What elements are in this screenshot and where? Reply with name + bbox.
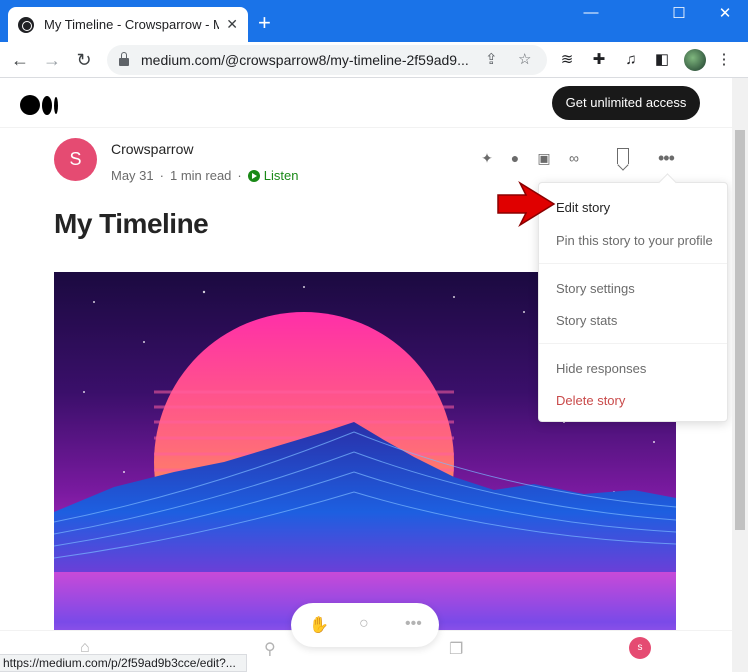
- forward-arrow-icon[interactable]: →: [40, 48, 64, 72]
- scrollbar-thumb[interactable]: [735, 130, 745, 530]
- menu-item-pin-story[interactable]: Pin this story to your profile: [556, 233, 713, 248]
- new-tab-button[interactable]: +: [258, 12, 271, 34]
- get-unlimited-access-button[interactable]: Get unlimited access: [552, 86, 700, 120]
- lock-icon: [119, 52, 129, 66]
- linkedin-icon[interactable]: ▣: [535, 150, 553, 167]
- globe-icon: [18, 16, 34, 33]
- user-avatar[interactable]: s: [629, 637, 651, 659]
- address-bar[interactable]: medium.com/@crowsparrow8/my-timeline-2f5…: [107, 45, 547, 75]
- back-arrow-icon[interactable]: ←: [8, 48, 32, 72]
- post-date: May 31: [111, 168, 154, 183]
- more-icon[interactable]: •••: [405, 615, 422, 633]
- red-pointer-arrow-icon: [497, 181, 556, 227]
- share-icon[interactable]: ⇪: [485, 50, 498, 68]
- browser-tab[interactable]: My Timeline - Crowsparrow - Me ✕: [8, 7, 248, 42]
- meta-separator: ·: [159, 168, 164, 183]
- search-icon[interactable]: ⚲: [264, 639, 276, 659]
- reload-icon[interactable]: ↻: [72, 48, 96, 72]
- side-panel-icon[interactable]: ◧: [652, 50, 672, 70]
- comment-icon[interactable]: ○: [359, 615, 369, 633]
- status-url-bar: https://medium.com/p/2f59ad9b3cce/edit?.…: [0, 654, 247, 672]
- close-window-button[interactable]: ✕: [710, 4, 740, 22]
- puzzle-icon[interactable]: ✚: [589, 50, 609, 70]
- medium-header: Get unlimited access: [0, 78, 732, 128]
- browser-titlebar: My Timeline - Crowsparrow - Me ✕ + — ☐ ✕: [0, 0, 748, 42]
- meta-separator: ·: [237, 168, 242, 183]
- kebab-menu-icon[interactable]: ⋮: [714, 50, 734, 70]
- author-avatar[interactable]: S: [54, 138, 97, 181]
- menu-item-story-stats[interactable]: Story stats: [556, 313, 617, 328]
- minimize-button[interactable]: —: [576, 4, 606, 21]
- post-meta: May 31 · 1 min read · Listen: [111, 168, 298, 183]
- medium-logo-icon[interactable]: [20, 95, 58, 115]
- listen-button[interactable]: Listen: [247, 168, 299, 183]
- star-icon[interactable]: ☆: [518, 50, 531, 68]
- menu-item-delete-story[interactable]: Delete story: [556, 393, 625, 408]
- media-icon[interactable]: ♫: [621, 50, 641, 70]
- menu-item-hide-responses[interactable]: Hide responses: [556, 361, 646, 376]
- story-title: My Timeline: [54, 208, 209, 239]
- read-time: 1 min read: [169, 168, 232, 183]
- reading-list-icon[interactable]: ❐: [449, 639, 463, 659]
- url-text: medium.com/@crowsparrow8/my-timeline-2f5…: [141, 52, 469, 68]
- listen-label: Listen: [263, 168, 299, 183]
- maximize-button[interactable]: ☐: [664, 4, 694, 22]
- scrollbar[interactable]: [732, 78, 748, 672]
- menu-item-story-settings[interactable]: Story settings: [556, 281, 635, 296]
- browser-toolbar: ← → ↻ medium.com/@crowsparrow8/my-timeli…: [0, 42, 748, 78]
- tab-title: My Timeline - Crowsparrow - Me: [44, 17, 219, 32]
- copy-link-icon[interactable]: ∞: [565, 150, 583, 166]
- tab-close-icon[interactable]: ✕: [226, 16, 238, 33]
- facebook-icon[interactable]: ●: [506, 150, 524, 166]
- author-name[interactable]: Crowsparrow: [111, 141, 193, 157]
- menu-divider: [539, 343, 727, 344]
- twitter-icon[interactable]: ✦: [478, 150, 496, 167]
- menu-item-edit-story[interactable]: Edit story: [556, 200, 610, 215]
- extension-icon[interactable]: ≋: [557, 50, 577, 70]
- engagement-bar: ✋ ○ •••: [291, 603, 439, 647]
- story-options-menu: Edit story Pin this story to your profil…: [538, 182, 728, 422]
- bookmark-add-icon[interactable]: [617, 148, 629, 164]
- more-options-icon[interactable]: •••: [658, 148, 675, 169]
- play-icon: [247, 169, 260, 182]
- profile-avatar-icon[interactable]: [684, 49, 706, 71]
- clap-icon[interactable]: ✋: [309, 615, 329, 635]
- menu-divider: [539, 263, 727, 264]
